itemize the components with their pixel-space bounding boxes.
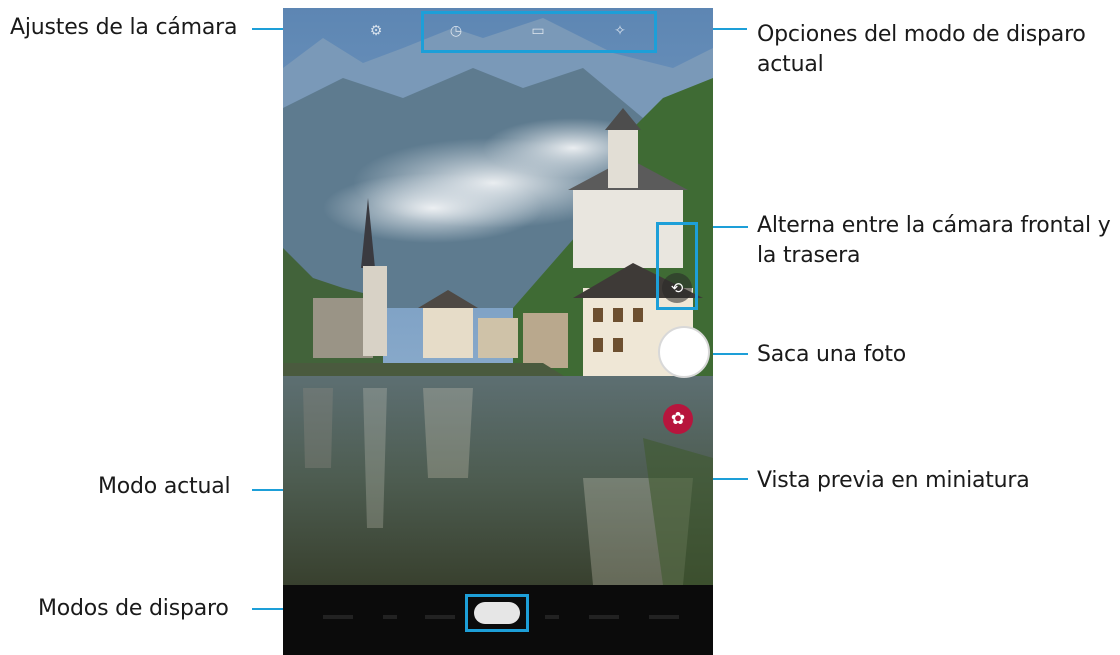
label-current-mode: Modo actual [98,474,231,499]
label-take-photo: Saca una foto [757,342,907,367]
shutter-button[interactable] [658,326,710,378]
mode-item[interactable] [545,615,559,619]
landscape-photo [283,8,713,655]
mode-item[interactable] [425,615,455,619]
camera-viewfinder[interactable]: ⚙ ◷ ▭ ✧ ⟲ ✿ [283,8,713,655]
mode-item[interactable] [383,615,397,619]
magic-wand-icon[interactable]: ✧ [611,22,629,40]
aspect-ratio-icon[interactable]: ▭ [529,22,547,40]
mode-item[interactable] [589,615,619,619]
mode-item[interactable] [323,615,353,619]
shooting-modes-bar[interactable] [283,585,713,655]
connector-shooting-modes [252,608,284,610]
label-shooting-mode-options: Opciones del modo de disparo actual [757,22,1086,77]
label-camera-settings: Ajustes de la cámara [10,15,238,40]
connector-take-photo [708,353,748,355]
camera-switch-icon[interactable]: ⟲ [662,273,692,303]
mode-item[interactable] [649,615,679,619]
gallery-thumbnail-icon[interactable]: ✿ [663,404,693,434]
current-mode-pill[interactable] [474,602,520,624]
timer-icon[interactable]: ◷ [447,22,465,40]
label-thumbnail-preview: Vista previa en miniatura [757,468,1030,493]
label-switch-camera: Alterna entre la cámara frontal y la tra… [757,213,1111,268]
gear-icon[interactable]: ⚙ [367,22,385,40]
label-shooting-modes: Modos de disparo [38,596,229,621]
